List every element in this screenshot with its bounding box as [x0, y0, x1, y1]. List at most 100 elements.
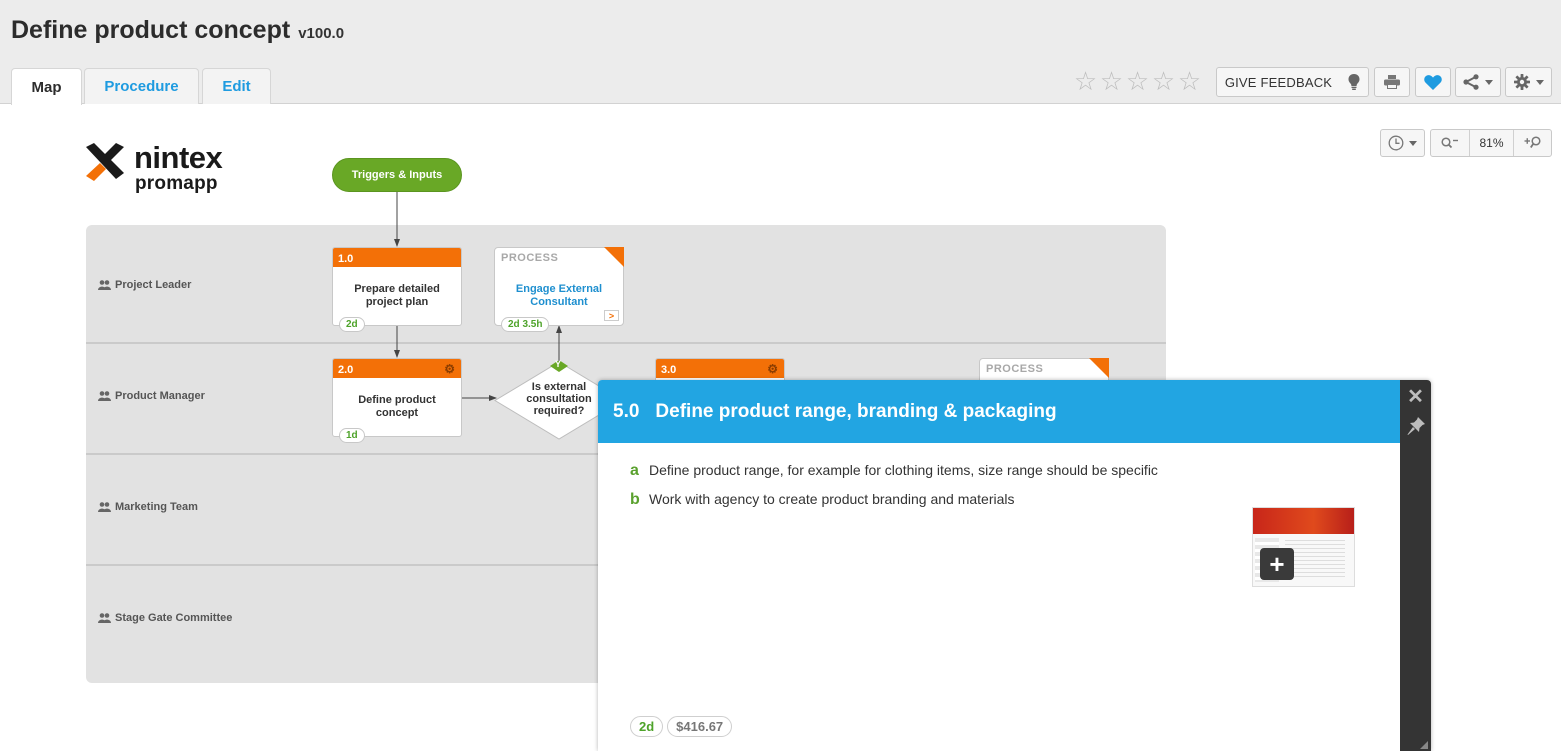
users-icon [98, 280, 111, 290]
popup-badges: 2d $416.67 [630, 716, 733, 737]
popup-title: Define product range, branding & packagi… [655, 400, 1057, 422]
automation-gear-icon: ⚙ [444, 362, 455, 376]
version-label: v100.0 [298, 25, 345, 42]
close-icon[interactable]: ✕ [1400, 384, 1431, 409]
activity-number: 3.0 [661, 364, 677, 376]
page-header: Define product concept v100.0 Map Procedu… [0, 0, 1561, 105]
favorite-button[interactable] [1415, 67, 1451, 97]
star-outline-icon[interactable]: ☆ [1125, 67, 1150, 95]
thumbnail-banner [1253, 508, 1354, 534]
automation-gear-icon: ⚙ [767, 362, 778, 376]
give-feedback-button[interactable]: GIVE FEEDBACK [1216, 67, 1369, 97]
activity-number: 1.0 [338, 253, 354, 265]
activity-name: Prepare detailed project plan [354, 283, 440, 308]
procedure-steps: a Define product range, for example for … [630, 462, 1158, 520]
process-corner-icon [1089, 358, 1109, 378]
zoom-out-button[interactable] [1431, 130, 1470, 156]
page-title: Define product concept v100.0 [11, 16, 344, 45]
zoom-level-value: 81% [1479, 136, 1504, 150]
process-tag: PROCESS [986, 363, 1044, 375]
share-button[interactable] [1455, 67, 1501, 97]
logo-nintex-text: nintex [134, 140, 223, 175]
zoom-out-icon [1441, 137, 1458, 149]
tab-map[interactable]: Map [11, 68, 82, 105]
lane-name: Product Manager [115, 390, 205, 402]
activity-1[interactable]: 1.0 Prepare detailed project plan 2d [332, 247, 462, 332]
lane-label: Marketing Team [98, 501, 198, 513]
lane-label: Stage Gate Committee [98, 612, 232, 624]
share-icon [1463, 74, 1479, 90]
process-link-icon[interactable]: > [604, 310, 619, 321]
popup-sidebar: ✕ [1400, 380, 1431, 751]
lane-name: Marketing Team [115, 501, 198, 513]
resize-handle-icon[interactable] [1420, 741, 1428, 749]
star-outline-icon[interactable]: ☆ [1099, 67, 1124, 95]
duration-badge: 2d [339, 317, 365, 332]
print-icon [1384, 75, 1400, 89]
process-corner-icon [604, 247, 624, 267]
star-rating[interactable]: ☆ ☆ ☆ ☆ ☆ [1073, 67, 1202, 95]
lane-name: Project Leader [115, 279, 192, 291]
chevron-down-icon [1485, 79, 1493, 85]
users-icon [98, 502, 111, 512]
history-dropdown[interactable] [1381, 130, 1424, 156]
tab-label: Edit [222, 78, 251, 95]
linked-process-engage-consultant[interactable]: PROCESS Engage External Consultant > 2d … [494, 247, 624, 332]
lane-project-leader: Project Leader [86, 225, 1166, 344]
popup-activity-number: 5.0 [613, 400, 640, 422]
star-outline-icon[interactable]: ☆ [1177, 67, 1202, 95]
history-button[interactable] [1380, 129, 1425, 157]
process-tag: PROCESS [501, 252, 559, 264]
step-letter: a [630, 462, 639, 479]
lightbulb-icon [1348, 74, 1360, 90]
lane-label: Product Manager [98, 390, 205, 402]
step-letter: b [630, 491, 640, 508]
feedback-label: GIVE FEEDBACK [1224, 74, 1333, 90]
star-outline-icon[interactable]: ☆ [1151, 67, 1176, 95]
step-text: Define product range, for example for cl… [649, 462, 1158, 478]
activity-number: 2.0 [338, 364, 354, 376]
activity-detail-popup: 5.0 Define product range, branding & pac… [598, 380, 1431, 751]
procedure-step: a Define product range, for example for … [630, 462, 1158, 480]
procedure-step: b Work with agency to create product bra… [630, 491, 1158, 509]
users-icon [98, 391, 111, 401]
duration-badge: 2d [630, 716, 664, 737]
zoom-controls: 81% [1430, 129, 1552, 157]
users-icon [98, 613, 111, 623]
chevron-down-icon [1409, 140, 1417, 146]
zoom-in-button[interactable] [1514, 130, 1551, 156]
triggers-inputs-button[interactable]: Triggers & Inputs [332, 158, 462, 192]
zoom-level: 81% [1470, 130, 1514, 156]
activity-name: Define product concept [358, 394, 436, 419]
gear-icon [1513, 74, 1530, 90]
print-button[interactable] [1374, 67, 1410, 97]
history-clock-icon [1388, 135, 1404, 151]
process-title: Define product concept [11, 16, 291, 44]
process-name[interactable]: Engage External Consultant [495, 283, 623, 309]
tab-edit[interactable]: Edit [202, 68, 271, 104]
tab-label: Procedure [104, 78, 179, 95]
thumbnail-content [1285, 540, 1345, 580]
lane-label: Project Leader [98, 279, 191, 291]
pin-icon[interactable] [1407, 417, 1425, 435]
yes-label: Y [555, 359, 562, 369]
activity-2[interactable]: 2.0 ⚙ Define product concept 1d [332, 358, 462, 443]
chevron-down-icon [1535, 79, 1544, 85]
duration-badge: 2d 3.5h [501, 317, 550, 332]
star-outline-icon[interactable]: ☆ [1073, 67, 1098, 95]
plus-icon[interactable]: + [1260, 548, 1294, 580]
duration-badge: 1d [339, 428, 365, 443]
popup-header: 5.0 Define product range, branding & pac… [598, 380, 1400, 443]
trigger-label: Triggers & Inputs [351, 169, 443, 181]
heart-icon [1424, 74, 1442, 90]
lane-name: Stage Gate Committee [115, 612, 233, 624]
step-text: Work with agency to create product brand… [649, 491, 1015, 507]
nintex-x-logo-icon [86, 143, 124, 181]
zoom-in-icon [1524, 136, 1541, 149]
logo-promapp-text: promapp [135, 173, 218, 194]
settings-button[interactable] [1505, 67, 1552, 97]
cost-badge: $416.67 [667, 716, 733, 737]
attachment-thumbnail[interactable]: + [1252, 507, 1355, 587]
tab-label: Map [31, 78, 62, 96]
tab-procedure[interactable]: Procedure [84, 68, 199, 104]
